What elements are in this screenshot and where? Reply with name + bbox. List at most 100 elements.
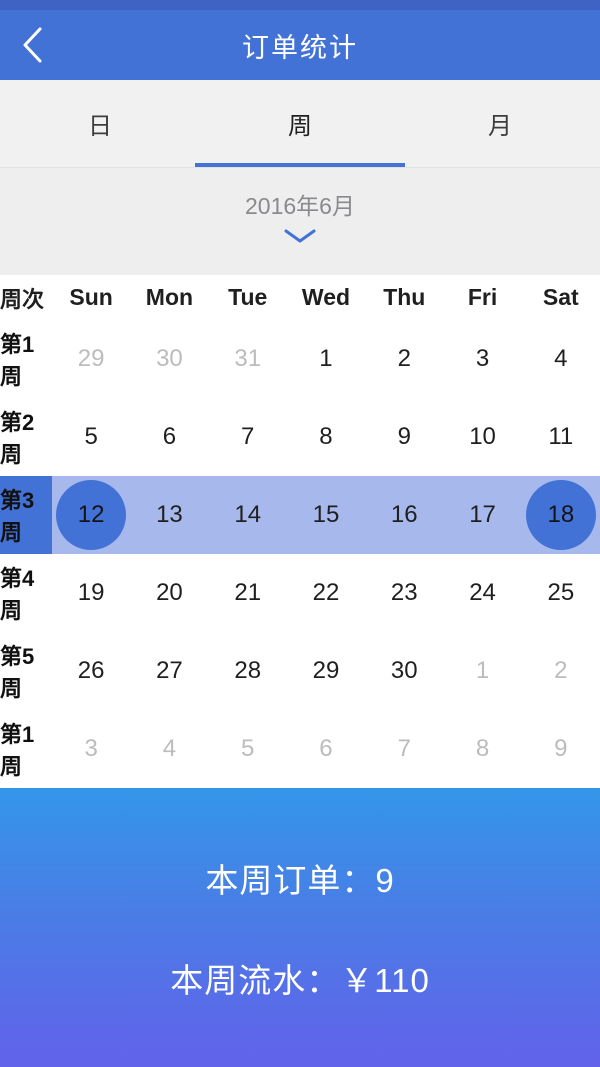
- week-label: 第5周: [0, 644, 35, 701]
- calendar-day-cell[interactable]: 24: [443, 554, 521, 632]
- calendar-day-cell[interactable]: 7: [365, 710, 443, 788]
- day-header-mon: Mon: [145, 284, 194, 310]
- calendar-day-cell[interactable]: 4: [130, 710, 208, 788]
- calendar-day-number: 19: [77, 579, 105, 606]
- day-header-tue: Tue: [228, 284, 268, 310]
- calendar-day-number: 7: [397, 735, 411, 762]
- week-label: 第1周: [0, 722, 35, 779]
- calendar-day-cell[interactable]: 1: [287, 320, 365, 398]
- calendar-day-cell[interactable]: 18: [522, 476, 600, 554]
- calendar-day-cell[interactable]: 7: [209, 398, 287, 476]
- tab-day[interactable]: 日: [0, 80, 200, 167]
- day-header-sun: Sun: [69, 284, 113, 310]
- calendar-day-number: 2: [554, 657, 568, 684]
- calendar-day-number: 13: [156, 501, 183, 528]
- calendar-day-cell[interactable]: 30: [130, 320, 208, 398]
- calendar-day-number: 29: [77, 345, 105, 372]
- calendar-day-number: 30: [156, 345, 183, 372]
- calendar-day-cell[interactable]: 6: [287, 710, 365, 788]
- tab-month[interactable]: 月: [400, 80, 600, 167]
- calendar-day-cell[interactable]: 3: [52, 710, 130, 788]
- calendar-day-cell[interactable]: 26: [52, 632, 130, 710]
- calendar-day-cell[interactable]: 15: [287, 476, 365, 554]
- week-label: 第4周: [0, 566, 35, 623]
- calendar-day-cell[interactable]: 13: [130, 476, 208, 554]
- calendar-day-number: 28: [234, 657, 262, 684]
- calendar-week-row[interactable]: 第1周 3 4 5 6 7 8 9: [0, 710, 600, 788]
- week-column-header: 周次: [0, 286, 45, 312]
- tab-week[interactable]: 周: [200, 80, 400, 167]
- calendar-day-number: 9: [397, 423, 411, 450]
- calendar-week-row[interactable]: 第2周 5 6 7 8 9 10 11: [0, 398, 600, 476]
- calendar-day-cell[interactable]: 29: [287, 632, 365, 710]
- calendar-day-number: 3: [84, 735, 98, 762]
- calendar-day-cell[interactable]: 21: [209, 554, 287, 632]
- calendar-day-cell[interactable]: 14: [209, 476, 287, 554]
- calendar-day-number: 6: [162, 423, 177, 450]
- tab-week-label: 周: [288, 113, 312, 140]
- calendar-day-cell[interactable]: 2: [522, 632, 600, 710]
- calendar-day-number: 8: [319, 423, 333, 450]
- calendar-day-cell[interactable]: 29: [52, 320, 130, 398]
- calendar-day-cell[interactable]: 22: [287, 554, 365, 632]
- calendar-day-cell[interactable]: 6: [130, 398, 208, 476]
- calendar-day-number: 24: [469, 579, 496, 606]
- calendar-day-cell[interactable]: 9: [522, 710, 600, 788]
- calendar-day-number: 5: [84, 423, 98, 450]
- calendar-day-cell[interactable]: 19: [52, 554, 130, 632]
- calendar-day-cell[interactable]: 25: [522, 554, 600, 632]
- back-button[interactable]: [0, 10, 64, 80]
- week-label: 第1周: [0, 332, 35, 389]
- calendar-day-cell[interactable]: 10: [443, 398, 521, 476]
- calendar-week-row[interactable]: 第1周 29 30 31 1 2 3 4: [0, 320, 600, 398]
- calendar-day-cell[interactable]: 1: [443, 632, 521, 710]
- calendar-day-cell[interactable]: 16: [365, 476, 443, 554]
- calendar-day-cell[interactable]: 20: [130, 554, 208, 632]
- calendar-day-number: 20: [156, 579, 183, 606]
- calendar-day-number: 17: [469, 501, 496, 528]
- calendar-grid: 周次 Sun Mon Tue Wed Thu Fri Sat 第1周 29 30 31…: [0, 275, 600, 788]
- calendar-day-cell[interactable]: 23: [365, 554, 443, 632]
- calendar-day-cell[interactable]: 17: [443, 476, 521, 554]
- calendar-day-number: 1: [319, 345, 333, 372]
- app-header: 订单统计: [0, 10, 600, 80]
- week-label: 第2周: [0, 410, 35, 467]
- calendar-day-number: 30: [390, 657, 418, 684]
- calendar-day-number: 10: [469, 423, 496, 450]
- calendar-day-cell[interactable]: 5: [209, 710, 287, 788]
- calendar-day-number: 4: [554, 345, 568, 372]
- calendar-day-number: 16: [390, 501, 418, 528]
- tab-month-label: 月: [488, 113, 512, 140]
- calendar-day-cell[interactable]: 27: [130, 632, 208, 710]
- month-label: 2016年6月: [245, 192, 355, 219]
- calendar-week-row[interactable]: 第3周 12 13 14 15 16 17 18: [0, 476, 600, 554]
- calendar-day-cell[interactable]: 12: [52, 476, 130, 554]
- calendar-day-number: 11: [548, 423, 574, 450]
- calendar-day-cell[interactable]: 4: [522, 320, 600, 398]
- calendar-day-number: 31: [234, 345, 262, 372]
- calendar-day-cell[interactable]: 30: [365, 632, 443, 710]
- tab-day-label: 日: [88, 113, 112, 140]
- calendar-day-cell[interactable]: 3: [443, 320, 521, 398]
- calendar-day-cell[interactable]: 28: [209, 632, 287, 710]
- calendar-day-cell[interactable]: 2: [365, 320, 443, 398]
- calendar-day-cell[interactable]: 8: [287, 398, 365, 476]
- calendar-week-row[interactable]: 第5周 26 27 28 29 30 1 2: [0, 632, 600, 710]
- calendar-day-number: 8: [475, 735, 490, 762]
- calendar-day-number: 21: [234, 579, 262, 606]
- calendar-day-number: 22: [312, 579, 340, 606]
- month-selector[interactable]: 2016年6月: [0, 168, 600, 275]
- period-tabs: 日 周 月: [0, 80, 600, 168]
- calendar-day-number: 12: [77, 501, 105, 528]
- calendar-day-number: 27: [156, 657, 183, 684]
- chevron-down-icon[interactable]: [283, 228, 317, 249]
- weekly-revenue-text: 本周流水：￥110: [170, 961, 430, 999]
- weekly-orders-text: 本周订单：9: [205, 861, 395, 899]
- calendar-day-cell[interactable]: 5: [52, 398, 130, 476]
- calendar-day-cell[interactable]: 8: [443, 710, 521, 788]
- calendar-day-cell[interactable]: 11: [522, 398, 600, 476]
- calendar-day-cell[interactable]: 31: [209, 320, 287, 398]
- calendar-day-number: 3: [475, 345, 490, 372]
- calendar-week-row[interactable]: 第4周 19 20 21 22 23 24 25: [0, 554, 600, 632]
- calendar-day-cell[interactable]: 9: [365, 398, 443, 476]
